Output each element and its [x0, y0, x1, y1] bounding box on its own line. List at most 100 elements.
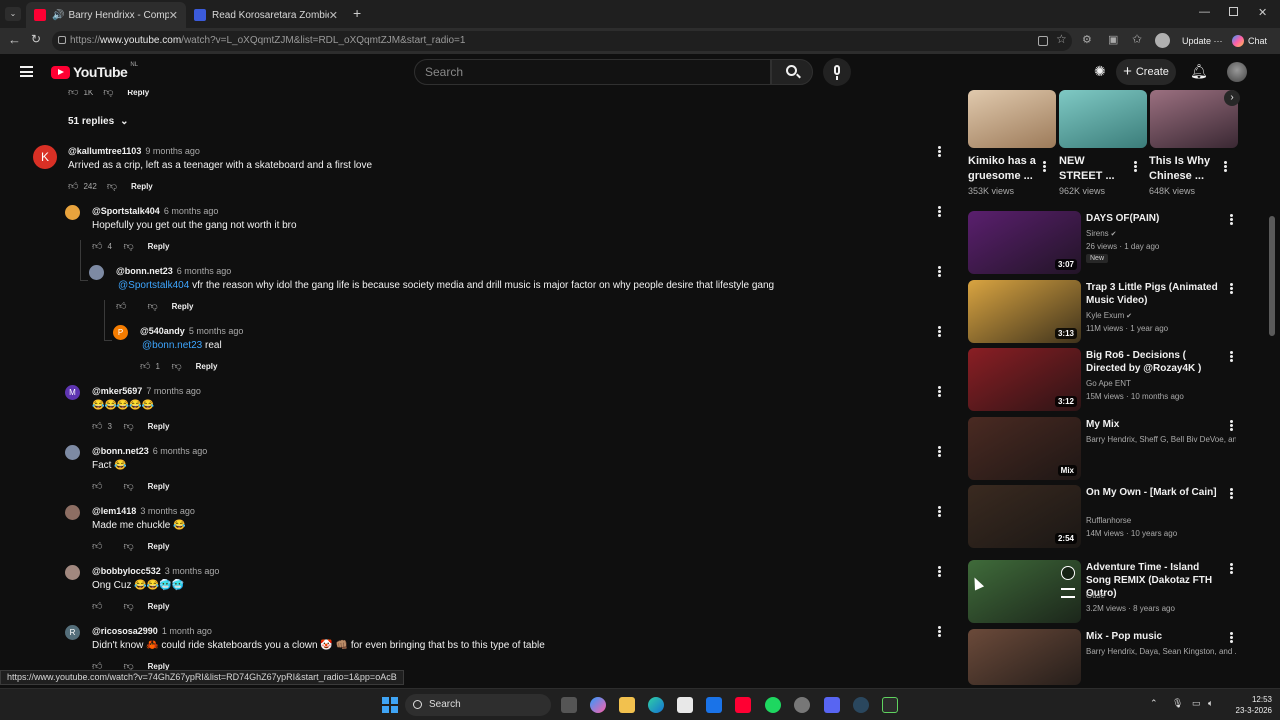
- like-icon[interactable]: 👍︎: [92, 480, 102, 492]
- like-icon[interactable]: 👍︎: [92, 420, 102, 432]
- site-info-icon[interactable]: [58, 36, 66, 44]
- scrollbar[interactable]: [1269, 90, 1275, 685]
- search-button[interactable]: [771, 59, 813, 85]
- mail-icon[interactable]: [706, 697, 722, 713]
- dislike-icon[interactable]: 👎︎: [171, 360, 181, 372]
- like-icon[interactable]: 👍︎: [116, 300, 126, 312]
- video-title[interactable]: Big Ro6 - Decisions ( Directed by @Rozay…: [1086, 349, 1218, 375]
- comment-menu-icon[interactable]: [937, 625, 941, 639]
- commenter-handle[interactable]: @Sportstalk404: [92, 206, 160, 216]
- like-icon[interactable]: 👍︎: [92, 600, 102, 612]
- reply-button[interactable]: Reply: [148, 542, 170, 551]
- video-menu-icon[interactable]: [1229, 631, 1233, 645]
- video-title[interactable]: On My Own - [Mark of Cain]: [1086, 486, 1218, 499]
- url-field[interactable]: https://www.youtube.com/watch?v=L_oXQqmt…: [52, 31, 1072, 51]
- short-title[interactable]: Kimiko has a gruesome ...: [968, 154, 1038, 184]
- refresh-icon[interactable]: ↻: [31, 32, 41, 46]
- favorite-star-icon[interactable]: ☆: [1056, 32, 1067, 46]
- commenter-avatar[interactable]: [89, 265, 104, 280]
- replies-toggle[interactable]: 51 replies ⌄: [68, 116, 129, 127]
- comment-menu-icon[interactable]: [937, 385, 941, 399]
- short-title[interactable]: NEW STREET ...: [1059, 154, 1121, 184]
- commenter-avatar[interactable]: P: [113, 325, 128, 340]
- dislike-icon[interactable]: 👎︎: [123, 540, 133, 552]
- dislike-icon[interactable]: 👎︎: [123, 600, 133, 612]
- volume-icon[interactable]: 🔈︎: [1208, 698, 1213, 709]
- comment-timestamp[interactable]: 3 months ago: [165, 566, 220, 576]
- video-thumbnail[interactable]: [968, 629, 1081, 685]
- commenter-avatar[interactable]: [65, 205, 80, 220]
- file-explorer-icon[interactable]: [619, 697, 635, 713]
- short-title[interactable]: This Is Why Chinese ...: [1149, 154, 1219, 184]
- dislike-icon[interactable]: 👎︎: [123, 420, 133, 432]
- commenter-avatar[interactable]: [65, 565, 80, 580]
- video-menu-icon[interactable]: [1229, 419, 1233, 433]
- comment-menu-icon[interactable]: [937, 505, 941, 519]
- terminal-app-icon[interactable]: [882, 697, 898, 713]
- youtube-app-icon[interactable]: [735, 697, 751, 713]
- back-icon[interactable]: ←: [8, 32, 21, 47]
- reply-button[interactable]: Reply: [148, 242, 170, 251]
- short-menu-icon[interactable]: [1042, 160, 1046, 174]
- video-menu-icon[interactable]: [1229, 282, 1233, 296]
- edge-browser-icon[interactable]: [648, 697, 664, 713]
- dislike-icon[interactable]: 👎︎: [123, 240, 133, 252]
- settings-app-icon[interactable]: [794, 697, 810, 713]
- like-icon[interactable]: 👍︎: [68, 180, 78, 192]
- commenter-handle[interactable]: @bobbylocc532: [92, 566, 161, 576]
- sidebar-toggle-icon[interactable]: ▣: [1108, 33, 1118, 46]
- channel-name[interactable]: Ouse: [1086, 589, 1105, 602]
- comment-menu-icon[interactable]: [937, 205, 941, 219]
- reply-button[interactable]: Reply: [148, 422, 170, 431]
- video-title[interactable]: Trap 3 Little Pigs (Animated Music Video…: [1086, 281, 1218, 307]
- reply-button[interactable]: Reply: [196, 362, 218, 371]
- dislike-icon[interactable]: 👎︎: [107, 180, 117, 192]
- comment-timestamp[interactable]: 6 months ago: [153, 446, 208, 456]
- taskbar-search[interactable]: Search: [405, 694, 551, 716]
- commenter-handle[interactable]: @ricososa2990: [92, 626, 158, 636]
- speaker-icon[interactable]: 🔊: [52, 10, 64, 21]
- microphone-tray-icon[interactable]: 🎙︎: [1172, 698, 1183, 709]
- comment-menu-icon[interactable]: [937, 145, 941, 159]
- minimize-icon[interactable]: —: [1199, 6, 1210, 18]
- tab-list-icon[interactable]: ⌄: [5, 7, 21, 21]
- close-tab-icon[interactable]: ✕: [169, 9, 178, 22]
- comment-menu-icon[interactable]: [937, 325, 941, 339]
- tray-chevron-icon[interactable]: ⌃: [1150, 698, 1158, 709]
- video-menu-icon[interactable]: [1229, 213, 1233, 227]
- short-menu-icon[interactable]: [1133, 160, 1137, 174]
- video-menu-icon[interactable]: [1229, 487, 1233, 501]
- commenter-handle[interactable]: @bonn.net23: [92, 446, 149, 456]
- favorites-icon[interactable]: ✩: [1132, 32, 1142, 46]
- comment-timestamp[interactable]: 1 month ago: [162, 626, 212, 636]
- scrollbar-thumb[interactable]: [1269, 216, 1275, 336]
- watch-later-icon[interactable]: [1061, 566, 1075, 580]
- video-thumbnail[interactable]: 3:13: [968, 280, 1081, 343]
- maximize-icon[interactable]: [1229, 7, 1238, 16]
- task-view-icon[interactable]: [561, 697, 577, 713]
- channel-name[interactable]: Kyle Exum ✔: [1086, 309, 1132, 323]
- mention-link[interactable]: @bonn.net23: [142, 340, 202, 351]
- cast-effects-icon[interactable]: ✺: [1094, 63, 1106, 80]
- shorts-next-button[interactable]: ›: [1224, 90, 1240, 106]
- mention-link[interactable]: @Sportstalk404: [118, 280, 189, 291]
- comment-timestamp[interactable]: 9 months ago: [145, 146, 200, 156]
- reply-button[interactable]: Reply: [131, 182, 153, 191]
- close-window-icon[interactable]: ✕: [1258, 6, 1267, 19]
- commenter-avatar[interactable]: [65, 505, 80, 520]
- video-title[interactable]: Mix - Pop music: [1086, 630, 1218, 643]
- short-menu-icon[interactable]: [1223, 160, 1227, 174]
- account-avatar[interactable]: [1227, 62, 1247, 82]
- like-icon[interactable]: 👍︎: [92, 540, 102, 552]
- commenter-handle[interactable]: @lem1418: [92, 506, 136, 516]
- windows-start-icon[interactable]: [382, 697, 398, 713]
- store-icon[interactable]: [677, 697, 693, 713]
- video-thumbnail[interactable]: [968, 560, 1081, 623]
- commenter-avatar[interactable]: [65, 445, 80, 460]
- dislike-icon[interactable]: 👎︎: [123, 480, 133, 492]
- reply-button[interactable]: Reply: [127, 90, 149, 97]
- channel-name[interactable]: Barry Hendrix, Sheff G, Bell Biv DeVoe, …: [1086, 433, 1236, 446]
- copilot-app-icon[interactable]: [590, 697, 606, 713]
- like-icon[interactable]: 👍︎: [68, 90, 78, 98]
- spotify-icon[interactable]: [765, 697, 781, 713]
